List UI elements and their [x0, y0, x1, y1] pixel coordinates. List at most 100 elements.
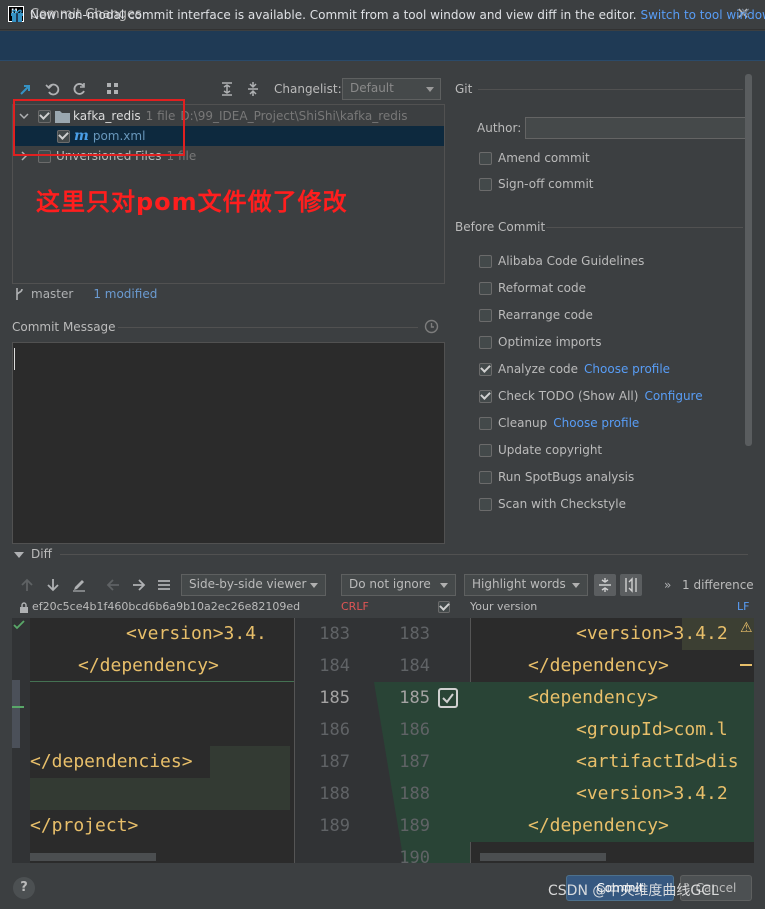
left-line-number: 184	[319, 656, 350, 676]
modified-count-link[interactable]: 1 modified	[93, 287, 157, 301]
left-line-number: 183	[319, 624, 350, 644]
before-commit-option[interactable]: Check TODO (Show All) Configure	[479, 389, 703, 403]
sync-scroll-icon[interactable]	[620, 574, 642, 596]
right-line-separator: LF	[737, 600, 750, 613]
option-checkbox[interactable]	[479, 281, 492, 295]
signoff-commit-checkbox[interactable]	[479, 177, 492, 191]
right-h-scroll[interactable]	[480, 853, 606, 861]
left-line-number: 186	[319, 720, 350, 740]
highlight-value: Highlight words	[472, 577, 566, 591]
arrow-right-icon[interactable]	[132, 578, 146, 592]
apply-change-checkbox[interactable]	[438, 688, 458, 708]
refresh-icon[interactable]	[70, 80, 88, 98]
whitespace-value: Do not ignore	[349, 577, 431, 591]
option-checkbox[interactable]	[479, 362, 492, 376]
warning-icon[interactable]: ⚠	[740, 620, 753, 636]
left-scroll-thumb[interactable]	[12, 680, 20, 748]
separator	[546, 227, 743, 228]
author-input[interactable]	[525, 117, 747, 139]
collapse-all-icon[interactable]	[244, 80, 262, 98]
separator	[60, 554, 748, 555]
diff-header[interactable]: Diff	[0, 545, 765, 565]
amend-commit-option[interactable]: Amend commit	[479, 151, 590, 165]
before-commit-option[interactable]: Cleanup Choose profile	[479, 416, 639, 430]
right-version-label: Your version	[470, 600, 538, 613]
triangle-down-icon[interactable]	[14, 551, 24, 559]
left-line-number: 187	[319, 752, 350, 772]
warning-marker	[740, 664, 752, 666]
choose-profile-link[interactable]: Choose profile	[553, 416, 639, 430]
module-path: D:\99_IDEA_Project\ShiShi\kafka_redis	[180, 109, 408, 123]
before-commit-option[interactable]: Alibaba Code Guidelines	[479, 254, 644, 268]
changelist-select[interactable]: Default	[342, 78, 441, 100]
options-scrollbar[interactable]	[745, 74, 752, 446]
option-checkbox[interactable]	[479, 443, 492, 457]
more-icon[interactable]: »	[664, 578, 671, 592]
highlight-select[interactable]: Highlight words	[464, 574, 588, 596]
option-label: Update copyright	[498, 443, 603, 457]
left-line-number: 185	[319, 688, 350, 708]
left-code-line: <version>3.4.	[126, 623, 267, 644]
viewer-select[interactable]: Side-by-side viewer	[181, 574, 326, 596]
list-icon[interactable]	[157, 578, 171, 592]
right-line-number: 188	[399, 784, 430, 804]
before-commit-option[interactable]: Analyze code Choose profile	[479, 362, 670, 376]
help-button[interactable]: ?	[13, 877, 35, 899]
option-checkbox[interactable]	[479, 389, 492, 403]
amend-commit-checkbox[interactable]	[479, 151, 492, 165]
apply-all-checkbox[interactable]	[438, 601, 450, 613]
expand-all-icon[interactable]	[218, 80, 236, 98]
option-checkbox[interactable]	[479, 254, 492, 268]
option-label: Alibaba Code Guidelines	[498, 254, 645, 268]
option-label: Reformat code	[498, 281, 586, 295]
left-revision-hash: ef20c5ce4b1f460bcd6b6a9b10a2ec26e82109ed	[32, 600, 301, 613]
option-checkbox[interactable]	[479, 416, 492, 430]
configure-link[interactable]: Configure	[644, 389, 702, 403]
before-commit-title: Before Commit	[455, 220, 546, 234]
before-commit-option[interactable]: Scan with Checkstyle	[479, 497, 626, 511]
git-section-title: Git	[455, 82, 473, 96]
rollback-icon[interactable]	[44, 80, 62, 98]
amend-commit-label: Amend commit	[498, 151, 590, 165]
option-label: Scan with Checkstyle	[498, 497, 626, 511]
diff-shade	[30, 778, 290, 810]
before-commit-option[interactable]: Update copyright	[479, 443, 602, 457]
commit-message-input[interactable]	[12, 342, 445, 544]
option-label: Analyze code	[498, 362, 579, 376]
diff-viewer[interactable]: <version>3.4. </dependency> </dependenci…	[12, 618, 754, 863]
diff-revisions-row: ef20c5ce4b1f460bcd6b6a9b10a2ec26e82109ed…	[0, 600, 765, 616]
history-icon[interactable]	[424, 319, 439, 334]
banner-close-icon[interactable]: ✕	[740, 6, 751, 21]
option-checkbox[interactable]	[479, 470, 492, 484]
viewer-value: Side-by-side viewer	[189, 577, 307, 591]
before-commit-option[interactable]: Run SpotBugs analysis	[479, 470, 634, 484]
edit-icon[interactable]	[72, 578, 86, 592]
before-commit-option[interactable]: Rearrange code	[479, 308, 593, 322]
diff-shade	[210, 746, 290, 778]
move-to-changelist-icon[interactable]	[17, 80, 35, 98]
chevron-down-icon	[310, 583, 318, 588]
left-line-number: 189	[319, 816, 350, 836]
before-commit-option[interactable]: Reformat code	[479, 281, 586, 295]
option-checkbox[interactable]	[479, 497, 492, 511]
right-code-line: <version>3.4.2	[576, 783, 728, 804]
whitespace-select[interactable]: Do not ignore	[341, 574, 456, 596]
option-checkbox[interactable]	[479, 308, 492, 322]
choose-profile-link[interactable]: Choose profile	[584, 362, 670, 376]
signoff-commit-option[interactable]: Sign-off commit	[479, 177, 594, 191]
branch-status: master 1 modified	[14, 287, 157, 301]
right-code-line: <artifactId>dis	[576, 751, 739, 772]
right-line-number: 185	[399, 688, 430, 708]
arrow-left-icon[interactable]	[106, 578, 120, 592]
text-caret	[14, 348, 15, 370]
group-by-icon[interactable]	[104, 80, 122, 98]
commit-message-label: Commit Message	[12, 320, 116, 334]
arrow-down-icon[interactable]	[46, 578, 60, 592]
diff-title: Diff	[31, 547, 52, 561]
before-commit-option[interactable]: Optimize imports	[479, 335, 602, 349]
option-checkbox[interactable]	[479, 335, 492, 349]
arrow-up-icon[interactable]	[20, 578, 34, 592]
collapse-unchanged-icon[interactable]	[594, 574, 616, 596]
annotation-text: 这里只对pom文件做了修改	[36, 188, 348, 216]
left-h-scroll[interactable]	[30, 853, 156, 861]
